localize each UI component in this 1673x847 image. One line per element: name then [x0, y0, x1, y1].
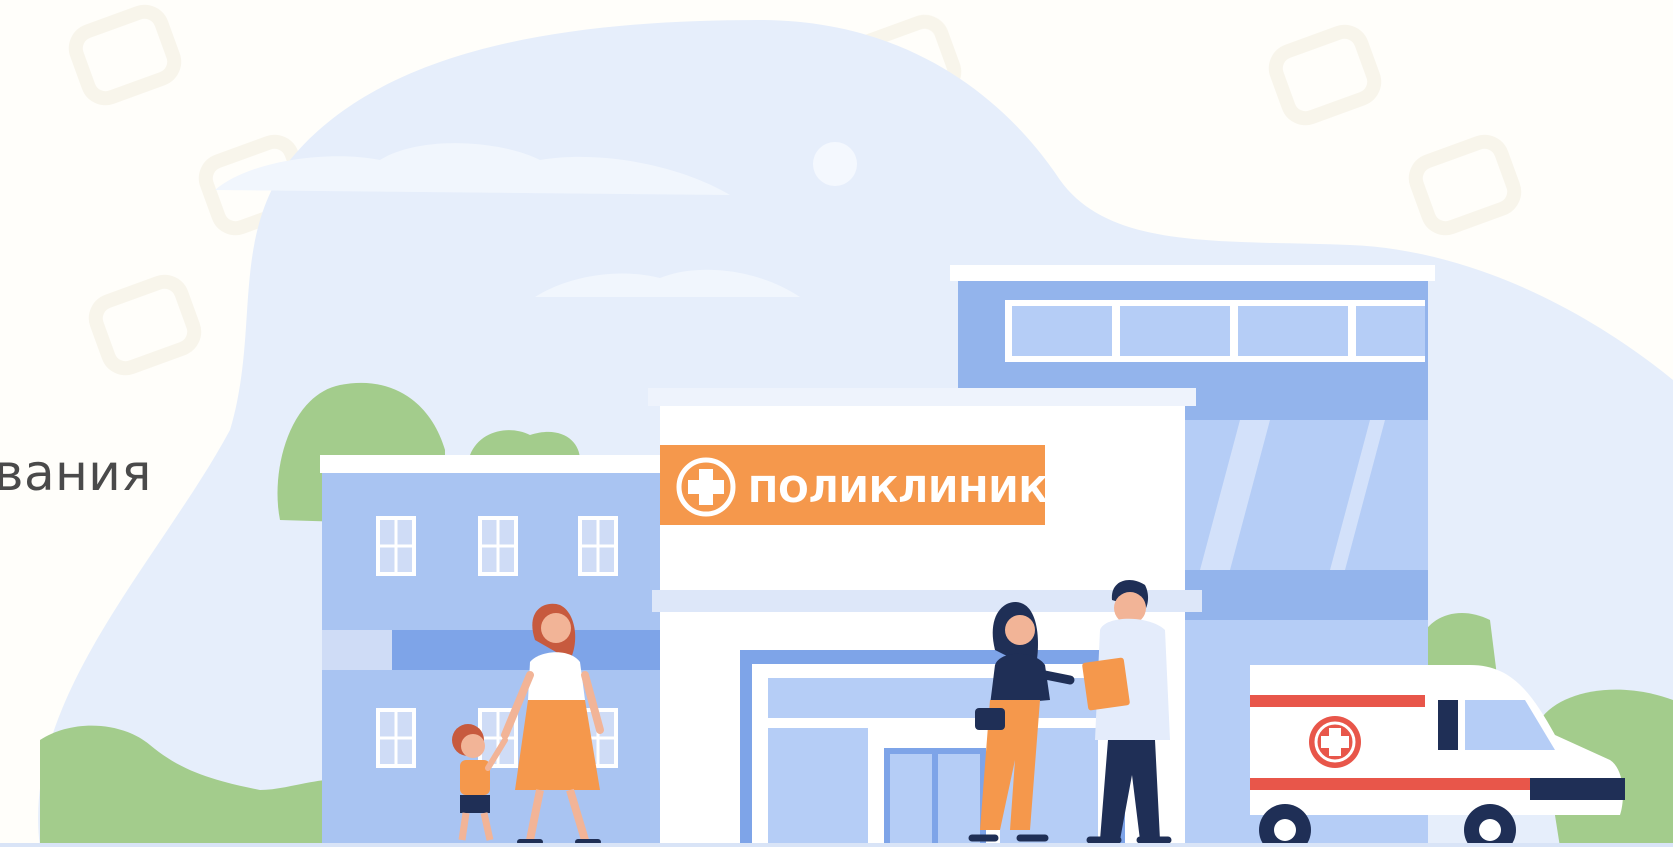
clinic-sign: ПОЛИКЛИНИКА [660, 445, 1076, 525]
left-building [320, 455, 665, 847]
sun [813, 142, 857, 186]
ground [0, 843, 1673, 847]
partial-heading: вания [0, 444, 152, 502]
clinic-illustration: ПОЛИКЛИНИКА [0, 0, 1673, 847]
ambulance-cross-icon [1309, 716, 1361, 768]
clinic-sign-text: ПОЛИКЛИНИКА [748, 470, 1076, 511]
